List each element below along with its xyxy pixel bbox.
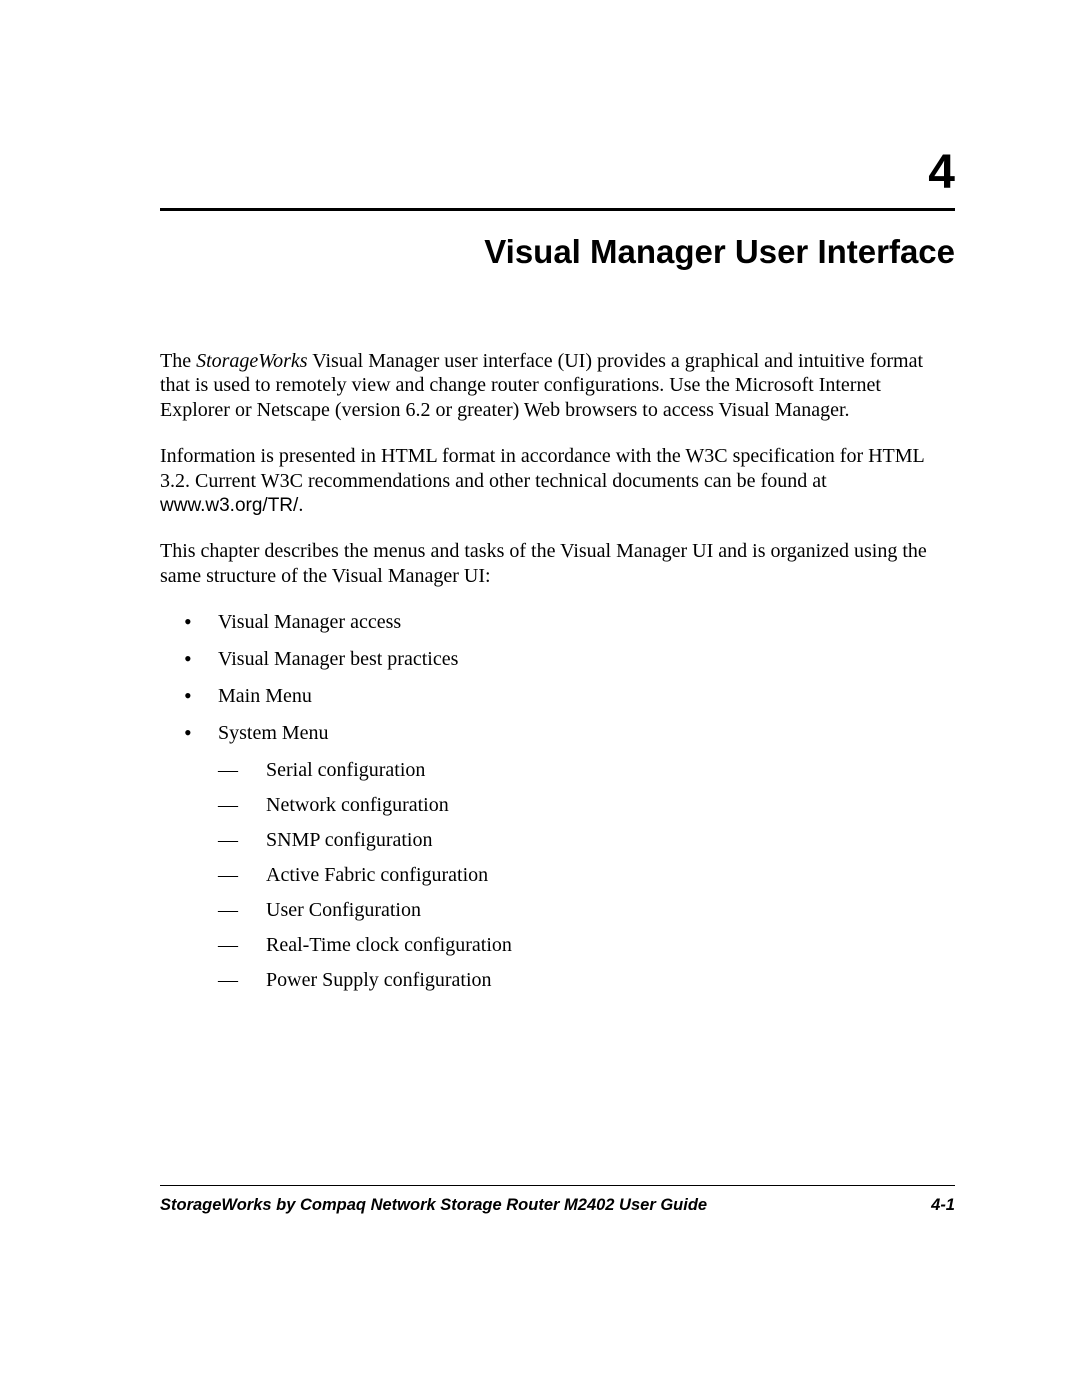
list-item: Visual Manager access — [160, 610, 955, 634]
list-item: User Configuration — [218, 898, 955, 922]
list-item: SNMP configuration — [218, 828, 955, 852]
paragraph-html-info: Information is presented in HTML format … — [160, 444, 955, 517]
footer-row: StorageWorks by Compaq Network Storage R… — [160, 1196, 955, 1215]
list-item: Power Supply configuration — [218, 968, 955, 992]
list-item-system-menu: System Menu Serial configuration Network… — [160, 721, 955, 992]
horizontal-rule-top — [160, 208, 955, 211]
text-fragment: Information is presented in HTML format … — [160, 445, 924, 491]
list-item: Real-Time clock configuration — [218, 933, 955, 957]
chapter-number: 4 — [160, 145, 955, 200]
sub-topic-list: Serial configuration Network configurati… — [218, 758, 955, 992]
footer-page-number: 4-1 — [931, 1196, 955, 1215]
text-fragment: . — [298, 494, 303, 516]
horizontal-rule-footer — [160, 1185, 955, 1186]
list-item-label: System Menu — [218, 722, 329, 744]
paragraph-intro: The StorageWorks Visual Manager user int… — [160, 349, 955, 422]
list-item: Serial configuration — [218, 758, 955, 782]
footer-guide-title: StorageWorks by Compaq Network Storage R… — [160, 1196, 707, 1215]
chapter-title: Visual Manager User Interface — [160, 233, 955, 271]
list-item: Network configuration — [218, 793, 955, 817]
list-item: Visual Manager best practices — [160, 647, 955, 671]
page-container: 4 Visual Manager User Interface The Stor… — [0, 0, 1080, 992]
topic-list: Visual Manager access Visual Manager bes… — [160, 610, 955, 992]
text-fragment: The — [160, 350, 196, 372]
product-name-italic: StorageWorks — [196, 350, 307, 372]
paragraph-chapter-desc: This chapter describes the menus and tas… — [160, 539, 955, 588]
url-text: www.w3.org/TR/ — [160, 495, 298, 516]
list-item: Active Fabric configuration — [218, 863, 955, 887]
list-item: Main Menu — [160, 684, 955, 708]
page-footer: StorageWorks by Compaq Network Storage R… — [160, 1185, 955, 1215]
